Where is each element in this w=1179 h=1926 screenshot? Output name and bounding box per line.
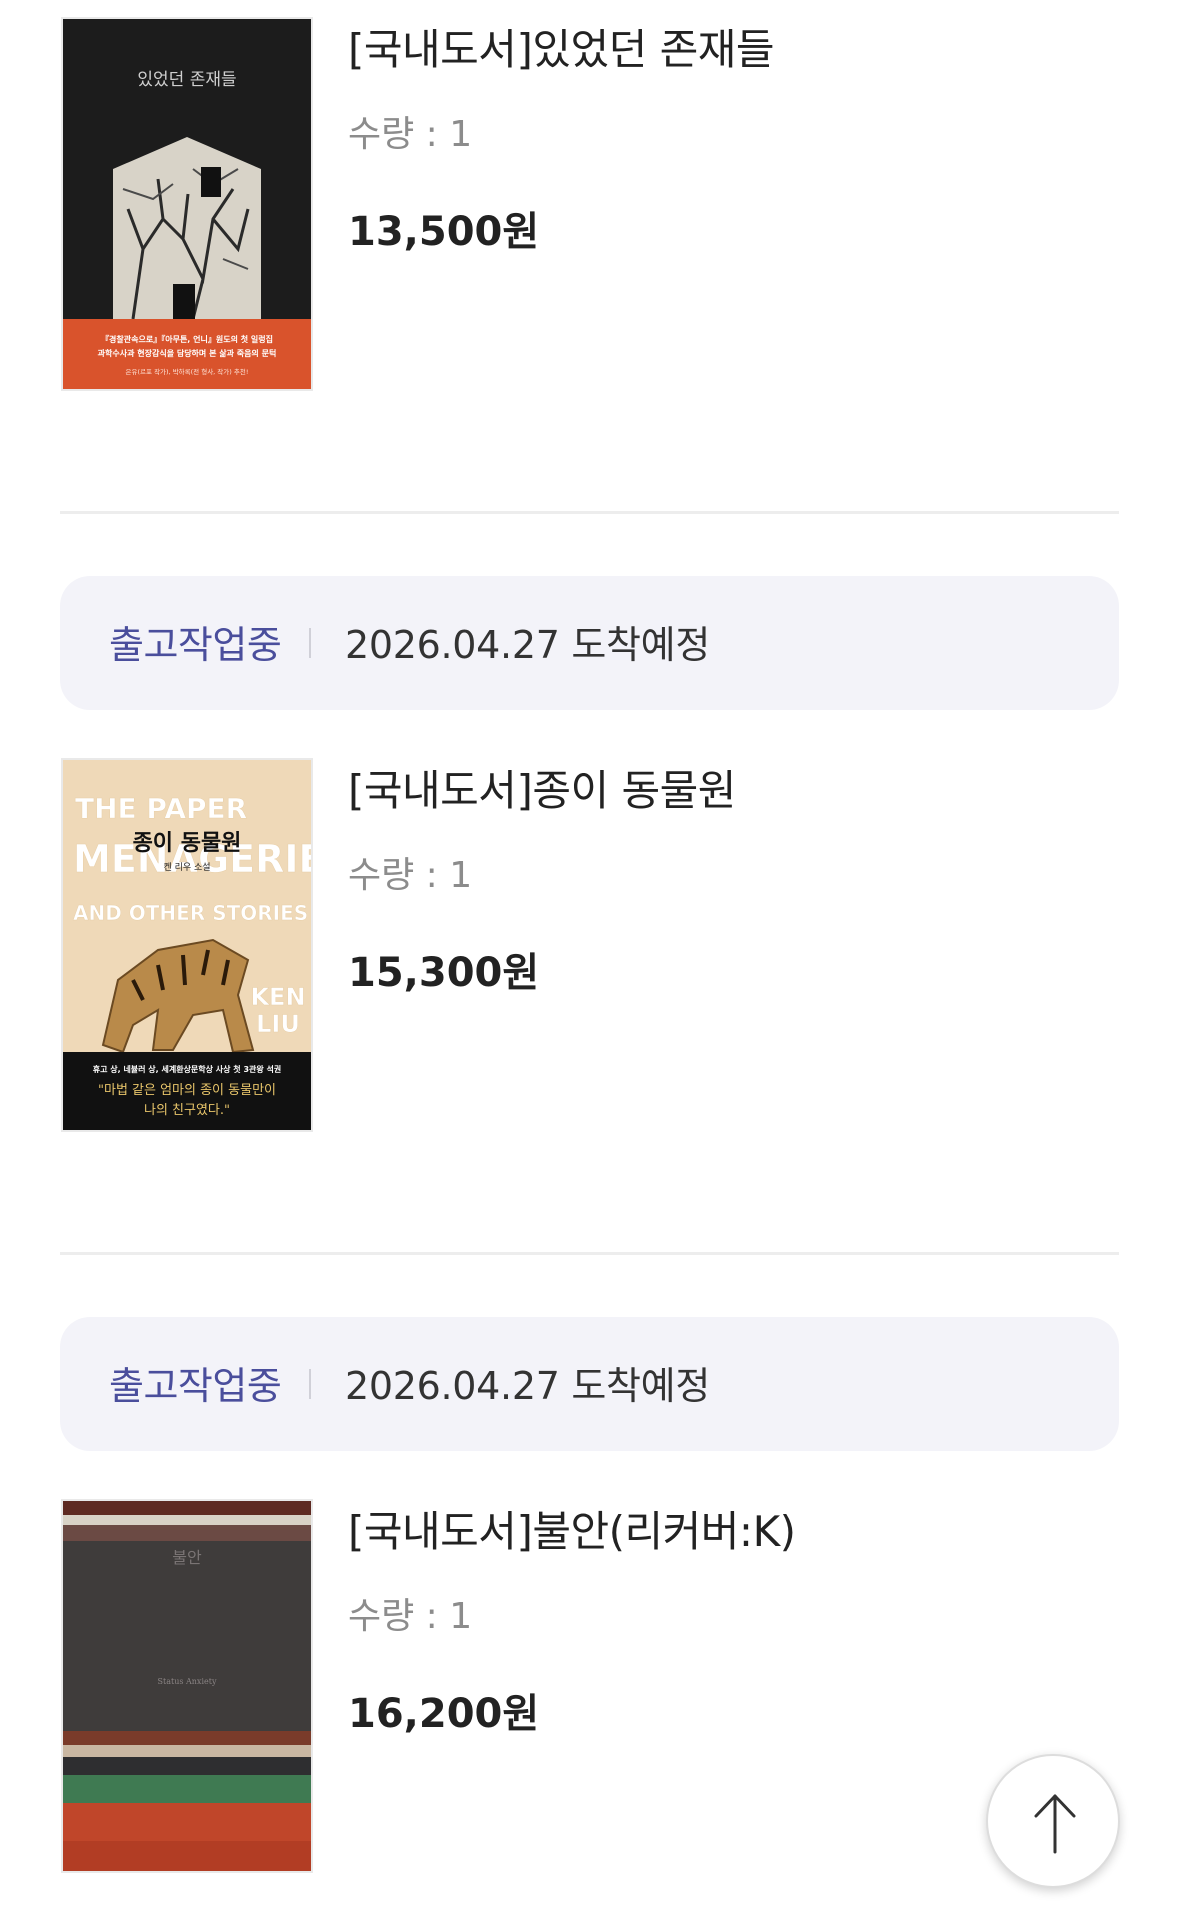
arrow-up-icon: [1034, 1794, 1076, 1854]
cover-author-ko: 켄 리우 소설: [163, 862, 210, 873]
cover-band-line: "마법 같은 엄마의 종이 동물만이: [98, 1083, 276, 1098]
cover-band-line: 휴고 상, 네뷸러 상, 세계환상문학상 사상 첫 3관왕 석권: [93, 1064, 281, 1074]
item-title[interactable]: [국내도서]불안(리커버:K): [348, 1498, 796, 1559]
cover-subtitle: Status Anxiety: [158, 1677, 217, 1686]
shipping-status-label: 출고작업중: [109, 1364, 282, 1408]
item-price: 13,500원: [348, 209, 540, 255]
cover-band-line: 은유(르포 작가), 박하록(전 형사, 작가) 추천!: [126, 367, 249, 376]
book-cover-art: THE PAPER MENAGERIE AND OTHER STORIES 종이…: [63, 760, 311, 1130]
book-cover-art: 불안 Status Anxiety: [63, 1501, 311, 1871]
cover-author-en: LIU: [256, 1010, 300, 1038]
item-divider: [60, 511, 1119, 514]
cover-title: 불안: [172, 1548, 202, 1567]
book-cover-image[interactable]: 불안 Status Anxiety: [61, 1499, 313, 1873]
item-quantity: 수량 : 1: [348, 1596, 473, 1637]
cover-title-ko: 종이 동물원: [133, 831, 242, 856]
cover-title: 있었던 존재들: [137, 70, 236, 90]
cover-band-line: 과학수사과 현장감식을 담당하며 본 삶과 죽음의 문턱: [98, 348, 277, 358]
shipping-status-box: 출고작업중 2026.04.27 도착예정: [60, 1317, 1119, 1451]
item-title[interactable]: [국내도서]있었던 존재들: [348, 16, 775, 77]
cover-band-line: 나의 친구였다.": [144, 1103, 230, 1118]
shipping-status-label: 출고작업중: [109, 623, 282, 667]
item-price: 16,200원: [348, 1691, 540, 1737]
cover-author-en: KEN: [250, 983, 305, 1011]
scroll-to-top-button[interactable]: [986, 1754, 1120, 1888]
arrival-date: 2026.04.27 도착예정: [345, 1364, 710, 1408]
order-list: 있었던 존재들 『경찰관속으로』『아무튼, 언니』원도의 첫 일렁집 과학수사과…: [0, 0, 1179, 1926]
item-quantity: 수량 : 1: [348, 855, 473, 896]
arrival-date: 2026.04.27 도착예정: [345, 623, 710, 667]
book-cover-image[interactable]: THE PAPER MENAGERIE AND OTHER STORIES 종이…: [61, 758, 313, 1132]
cover-title-en: AND OTHER STORIES: [73, 901, 308, 925]
item-price: 15,300원: [348, 950, 540, 996]
item-quantity: 수량 : 1: [348, 114, 473, 155]
shipping-status-box: 출고작업중 2026.04.27 도착예정: [60, 576, 1119, 710]
book-cover-image[interactable]: 있었던 존재들 『경찰관속으로』『아무튼, 언니』원도의 첫 일렁집 과학수사과…: [61, 17, 313, 391]
cover-title-en: THE PAPER: [75, 792, 247, 825]
item-title[interactable]: [국내도서]종이 동물원: [348, 757, 736, 818]
item-divider: [60, 1252, 1119, 1255]
status-separator: [309, 628, 311, 658]
cover-band-line: 『경찰관속으로』『아무튼, 언니』원도의 첫 일렁집: [101, 334, 273, 344]
status-separator: [309, 1369, 311, 1399]
book-cover-art: 있었던 존재들 『경찰관속으로』『아무튼, 언니』원도의 첫 일렁집 과학수사과…: [63, 19, 311, 389]
